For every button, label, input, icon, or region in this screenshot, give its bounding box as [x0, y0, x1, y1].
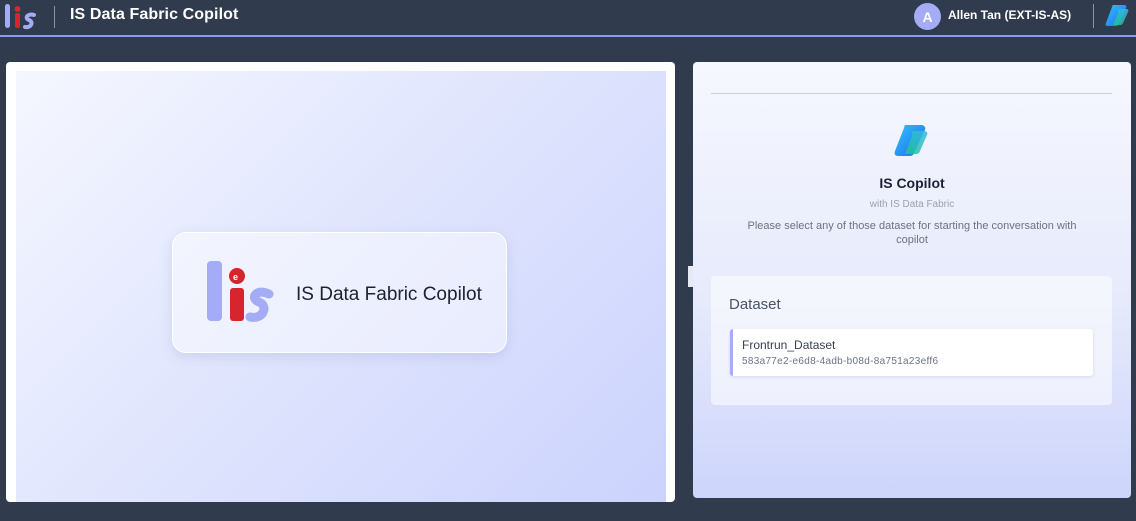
- svg-text:e: e: [233, 272, 238, 282]
- top-header: IS Data Fabric Copilot A Allen Tan (EXT-…: [0, 0, 1136, 37]
- is-logo-icon[interactable]: [4, 4, 40, 30]
- dataset-heading: Dataset: [729, 296, 781, 313]
- copilot-icon[interactable]: [1104, 3, 1130, 27]
- header-divider: [1093, 4, 1094, 28]
- app-title: IS Data Fabric Copilot: [70, 6, 239, 23]
- card-title: IS Data Fabric Copilot: [296, 284, 482, 305]
- dataset-name: Frontrun_Dataset: [742, 338, 836, 352]
- logo-card: e IS Data Fabric Copilot: [172, 232, 507, 353]
- is-logo-icon: e: [207, 261, 274, 322]
- copilot-subtitle: with IS Data Fabric: [869, 199, 955, 210]
- avatar[interactable]: A: [914, 3, 941, 30]
- left-panel: e IS Data Fabric Copilot: [6, 62, 675, 502]
- dataset-id: 583a77e2-e6d8-4adb-b08d-8a751a23eff6: [742, 356, 939, 367]
- copilot-title: IS Copilot: [879, 175, 945, 191]
- copilot-panel: IS Copilot with IS Data Fabric Please se…: [693, 62, 1131, 498]
- welcome-area: e IS Data Fabric Copilot: [16, 71, 666, 502]
- dataset-item[interactable]: Frontrun_Dataset 583a77e2-e6d8-4adb-b08d…: [730, 329, 1093, 376]
- instruction-text: Please select any of those dataset for s…: [747, 220, 1077, 246]
- copilot-icon: [894, 125, 928, 156]
- dataset-section: Dataset Frontrun_Dataset 583a77e2-e6d8-4…: [711, 276, 1112, 405]
- header-divider: [54, 6, 55, 28]
- user-name[interactable]: Allen Tan (EXT-IS-AS): [948, 8, 1071, 22]
- divider: [711, 93, 1112, 94]
